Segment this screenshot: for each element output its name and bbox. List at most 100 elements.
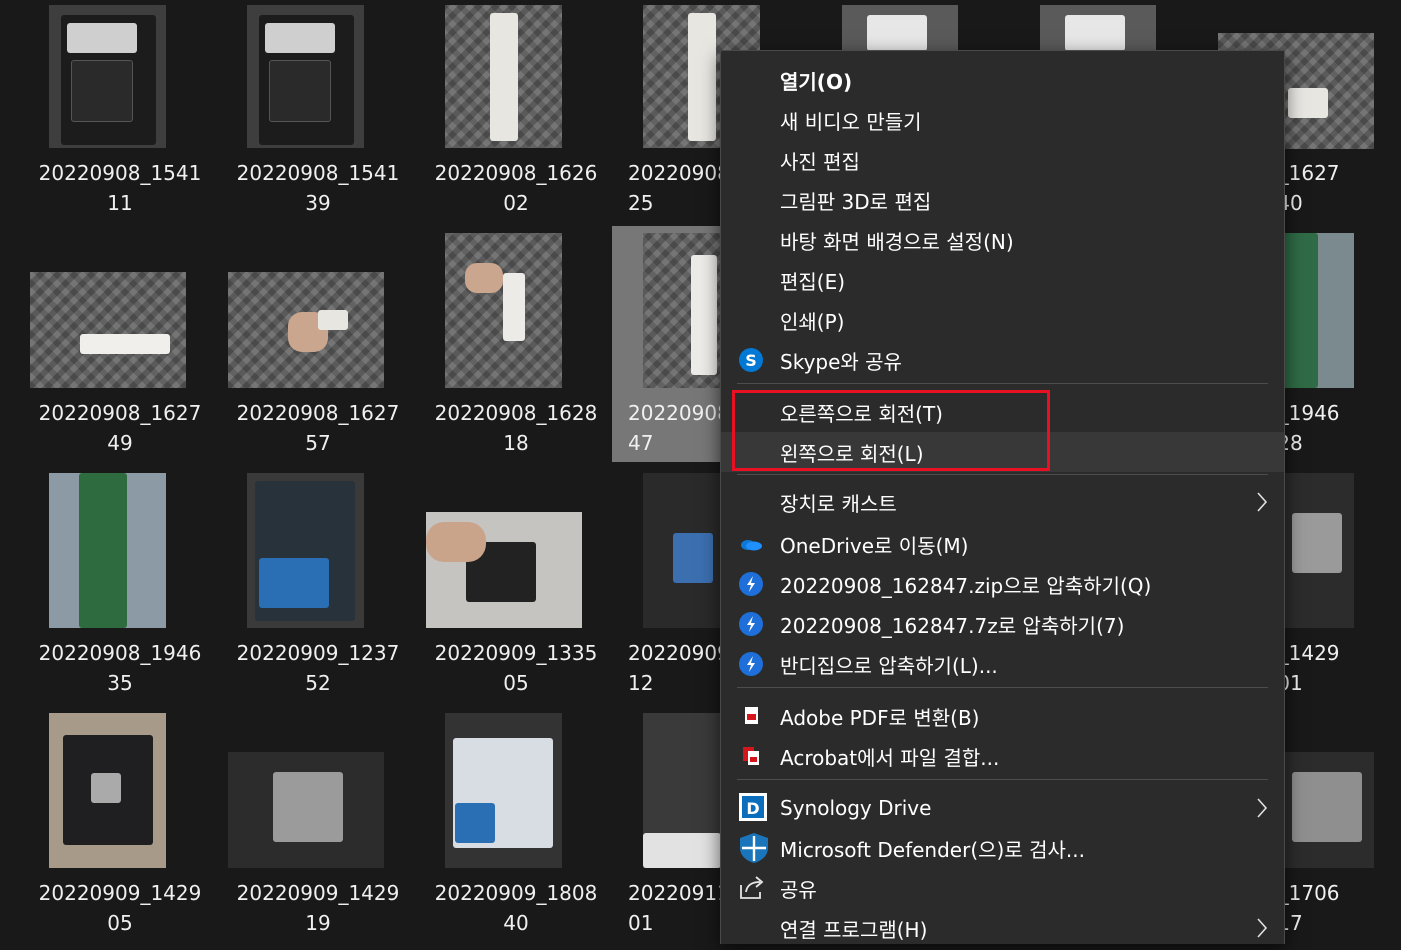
menu-item-set-wallpaper[interactable]: 바탕 화면 배경으로 설정(N) [721,220,1284,260]
thumbnail [247,5,364,148]
synology-drive-icon: D [738,792,770,824]
file-name: 20220908_1541 11 [38,161,202,215]
menu-item-label: 공유 [780,877,817,902]
bandizip-icon [738,611,764,637]
menu-item-onedrive[interactable]: OneDrive로 이동(M) [721,524,1284,564]
file-tile-selected[interactable]: 20220908 47 [612,226,730,462]
menu-item-open-with[interactable]: 연결 프로그램(H) [721,908,1284,948]
menu-item-defender[interactable]: Microsoft Defender(으)로 검사... [721,828,1284,868]
bandizip-icon [738,571,764,597]
thumbnail [445,713,562,868]
file-name: 20220908_1627 49 [38,401,202,455]
menu-item-label: 사진 편집 [780,149,860,174]
menu-item-print[interactable]: 인쇄(P) [721,300,1284,340]
thumbnail [228,272,384,388]
menu-item-acrobat-combine[interactable]: Acrobat에서 파일 결합... [721,736,1284,776]
thumbnail [30,272,186,388]
file-tile[interactable]: 20220909_1429 05 [10,713,208,950]
menu-item-label: 편집(E) [780,269,846,294]
file-tile[interactable]: 20220908_1541 11 [10,0,208,230]
file-name: 20220908_1946 35 [38,641,202,695]
file-name: 20220909_1808 40 [434,881,598,935]
menu-item-7z[interactable]: 20220908_162847.7z로 압축하기(7) [721,604,1284,644]
file-name: 20220909_1335 05 [434,641,598,695]
file-tile[interactable]: 20220909_1429 19 [208,720,406,950]
menu-item-label: OneDrive로 이동(M) [780,533,969,558]
thumbnail [49,713,166,868]
thumbnail [643,233,722,388]
menu-item-share[interactable]: 공유 [721,868,1284,908]
file-tile[interactable]: 20220909_1335 05 [406,480,604,710]
menu-separator [737,779,1268,780]
menu-item-adobe-pdf[interactable]: Adobe PDF로 변환(B) [721,696,1284,736]
onedrive-cloud-icon [738,531,764,557]
menu-item-label: 연결 프로그램(H) [780,917,928,942]
bandizip-icon [738,651,764,677]
menu-item-zip[interactable]: 20220908_162847.zip으로 압축하기(Q) [721,564,1284,604]
chevron-right-icon [1254,490,1270,514]
file-name: 20220908_1627 57 [236,401,400,455]
thumbnail [643,713,721,868]
chevron-right-icon [1254,796,1270,820]
thumbnail [49,473,166,628]
menu-item-share-skype[interactable]: S Skype와 공유 [721,340,1284,380]
thumbnail [426,512,582,628]
thumbnail [1282,473,1354,628]
menu-item-label: Synology Drive [780,796,932,820]
chevron-right-icon [1254,916,1270,940]
menu-item-edit-photo[interactable]: 사진 편집 [721,140,1284,180]
file-name: 20220908_1626 02 [434,161,598,215]
share-icon [738,875,764,901]
file-name: 20220908 47 [628,401,730,455]
file-tile[interactable]: 20220908_1626 02 [406,0,604,230]
file-name: 20220908_1541 39 [236,161,400,215]
adobe-pdf-icon [738,703,764,729]
menu-item-label: 왼쪽으로 회전(L) [780,441,924,466]
file-tile[interactable]: 20220908_1946 35 [10,473,208,710]
thumbnail [643,473,721,628]
menu-item-edit[interactable]: 편집(E) [721,260,1284,300]
file-name: 20220909_1429 19 [236,881,400,935]
menu-item-new-video[interactable]: 새 비디오 만들기 [721,100,1284,140]
file-tile[interactable]: 20220909_1808 40 [406,713,604,950]
thumbnail [247,473,364,628]
menu-item-label: Adobe PDF로 변환(B) [780,705,980,730]
file-tile[interactable]: 20220908_1628 18 [406,233,604,470]
menu-separator [737,474,1268,475]
menu-item-label: 바탕 화면 배경으로 설정(N) [780,229,1014,254]
context-menu: 열기(O) 새 비디오 만들기 사진 편집 그림판 3D로 편집 바탕 화면 배… [720,50,1285,944]
defender-shield-icon [738,832,770,864]
menu-item-label: 그림판 3D로 편집 [780,189,932,214]
menu-separator [737,687,1268,688]
menu-item-open[interactable]: 열기(O) [721,60,1284,100]
menu-item-label: 장치로 캐스트 [780,491,897,516]
file-tile[interactable]: 20220909_1237 52 [208,473,406,710]
menu-item-label: 새 비디오 만들기 [780,109,922,134]
thumbnail [445,233,562,388]
thumbnail [49,5,166,148]
menu-item-rotate-left[interactable]: 왼쪽으로 회전(L) [721,432,1284,472]
file-tile[interactable]: 20220908_1541 39 [208,0,406,230]
acrobat-combine-icon [738,743,764,769]
svg-text:S: S [745,351,757,370]
menu-item-bandizip[interactable]: 반디집으로 압축하기(L)... [721,644,1284,684]
file-tile[interactable]: 20220908_1627 57 [208,240,406,470]
menu-item-label: Acrobat에서 파일 결합... [780,745,1000,770]
menu-item-label: 오른쪽으로 회전(T) [780,401,943,426]
file-tile[interactable]: 20220908_1627 49 [10,240,208,470]
thumbnail [1040,5,1156,51]
file-name: 20220908_1628 18 [434,401,598,455]
menu-item-rotate-right[interactable]: 오른쪽으로 회전(T) [721,392,1284,432]
menu-item-edit-paint3d[interactable]: 그림판 3D로 편집 [721,180,1284,220]
menu-item-label: 20220908_162847.7z로 압축하기(7) [780,613,1125,638]
menu-item-label: 열기(O) [780,69,853,94]
svg-text:D: D [746,799,759,818]
menu-item-label: Skype와 공유 [780,349,902,374]
thumbnail [445,5,562,148]
menu-item-synology-drive[interactable]: D Synology Drive [721,788,1284,828]
file-name: 20220909_1237 52 [236,641,400,695]
menu-item-cast[interactable]: 장치로 캐스트 [721,482,1284,522]
thumbnail [1282,752,1374,868]
menu-item-label: Microsoft Defender(으)로 검사... [780,837,1085,862]
thumbnail [842,5,958,51]
